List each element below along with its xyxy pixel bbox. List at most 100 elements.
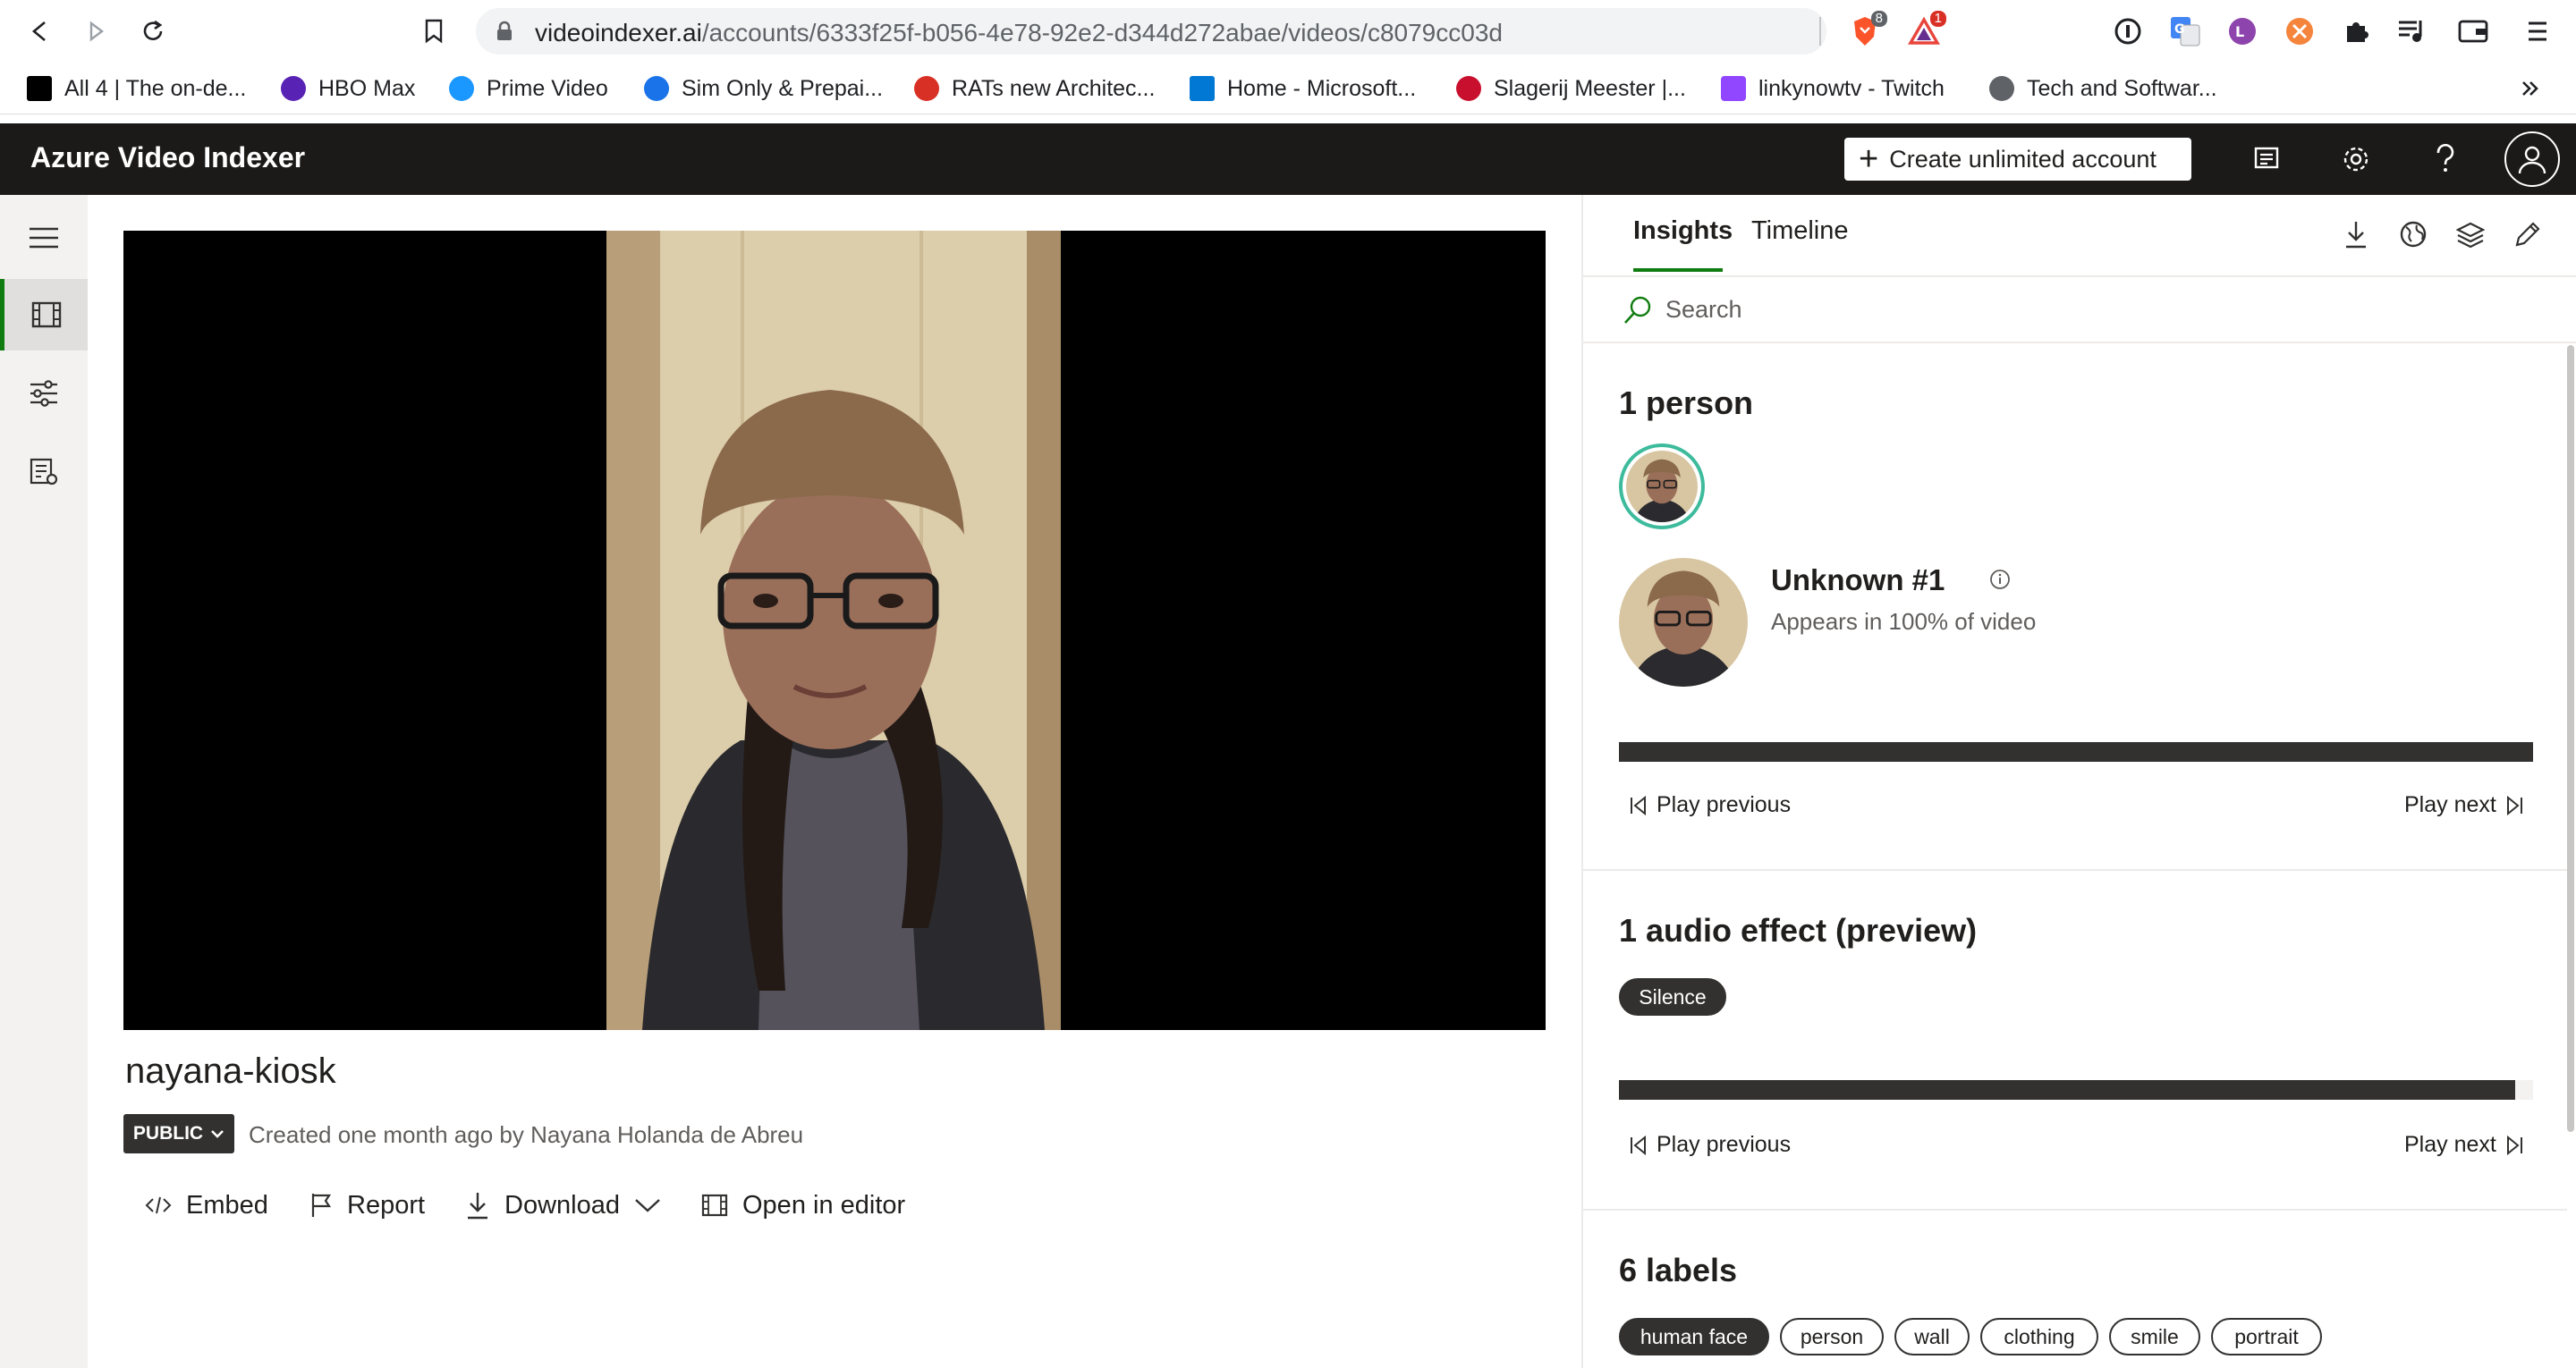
app-title[interactable]: Azure Video Indexer (30, 141, 305, 174)
bookmark-tech[interactable]: Tech and Softwar... (1989, 73, 2217, 104)
prime-favicon (449, 76, 474, 101)
layers-icon[interactable] (2451, 215, 2490, 254)
audio-timeline-fill (1619, 1080, 2515, 1100)
svg-text:G: G (2174, 22, 2185, 37)
play-previous-label: Play previous (1657, 1132, 1792, 1157)
insights-search (1583, 277, 2576, 343)
person-timeline-bar[interactable] (1619, 742, 2533, 762)
label-pill[interactable]: portrait (2211, 1318, 2322, 1355)
model-customization-icon[interactable] (0, 358, 88, 429)
audio-play-next-button[interactable]: Play next (2404, 1132, 2523, 1158)
person-play-next-button[interactable]: Play next (2404, 792, 2523, 818)
url-host: videoindexer.ai (535, 19, 702, 46)
person-thumbnail[interactable] (1619, 443, 1705, 529)
azure-favicon (1190, 76, 1215, 101)
help-icon[interactable] (2424, 138, 2467, 181)
media-controls-icon[interactable] (2394, 13, 2431, 50)
create-account-button[interactable]: + Create unlimited account (1844, 138, 2191, 181)
download-label: Download (504, 1190, 620, 1220)
embed-button[interactable]: Embed (145, 1187, 268, 1223)
download-insights-icon[interactable] (2336, 215, 2376, 254)
bookmark-slagerij[interactable]: Slagerij Meester |... (1456, 73, 1686, 104)
reload-icon[interactable] (132, 11, 174, 52)
brave-rewards-icon[interactable]: 1 (1905, 11, 1946, 50)
lock-icon (496, 21, 513, 46)
bookmark-label: Prime Video (487, 75, 608, 101)
label-pill[interactable]: clothing (1980, 1318, 2098, 1355)
account-settings-icon[interactable] (0, 436, 88, 508)
hamburger-menu-icon[interactable] (0, 202, 88, 274)
bookmark-microsoft[interactable]: Home - Microsoft... (1190, 73, 1416, 104)
search-input[interactable] (1665, 290, 2542, 329)
url-path: /accounts/6333f25f-b056-4e78-92e2-d344d2… (701, 19, 1503, 46)
label-pill[interactable]: human face (1619, 1318, 1769, 1355)
skip-previous-icon (1630, 795, 1648, 815)
bookmark-icon[interactable] (413, 11, 454, 52)
label-pill[interactable]: wall (1894, 1318, 1970, 1355)
bookmark-prime[interactable]: Prime Video (449, 73, 608, 104)
open-in-editor-button[interactable]: Open in editor (701, 1187, 905, 1223)
bookmark-simonly[interactable]: Sim Only & Prepai... (644, 73, 883, 104)
user-avatar-icon[interactable] (2504, 131, 2560, 187)
rewards-badge: 1 (1929, 11, 1946, 27)
film-icon (701, 1194, 728, 1217)
skip-previous-icon (1630, 1135, 1648, 1155)
settings-gear-icon[interactable] (2334, 138, 2377, 181)
forward-icon[interactable] (75, 11, 116, 52)
bookmark-label: HBO Max (318, 75, 416, 101)
media-files-icon[interactable] (0, 279, 88, 350)
language-globe-icon[interactable] (2394, 215, 2433, 254)
orange-extension-icon[interactable] (2281, 13, 2318, 50)
edit-pencil-icon[interactable] (2508, 215, 2547, 254)
chevron-down-icon (211, 1130, 224, 1138)
play-previous-label: Play previous (1657, 792, 1792, 817)
bookmark-twitch[interactable]: linkynowtv - Twitch (1721, 73, 1945, 104)
visibility-dropdown[interactable]: PUBLIC (123, 1114, 234, 1153)
purple-extension-icon[interactable]: L (2224, 13, 2261, 50)
audio-timeline-bar[interactable] (1619, 1080, 2533, 1100)
back-icon[interactable] (20, 11, 61, 52)
plus-icon: + (1859, 140, 1879, 178)
brave-badge: 8 (1870, 11, 1887, 27)
person-name[interactable]: Unknown #1 (1771, 563, 1945, 597)
active-tab-indicator (1633, 268, 1723, 272)
all4-favicon (27, 76, 52, 101)
rats-favicon (914, 76, 939, 101)
address-bar[interactable]: videoindexer.ai/accounts/6333f25f-b056-4… (476, 8, 1826, 55)
puzzle-extensions-icon[interactable] (2338, 13, 2376, 50)
translate-extension-icon[interactable]: G (2166, 13, 2204, 50)
person-avatar[interactable] (1619, 558, 1748, 687)
person-play-previous-button[interactable]: Play previous (1630, 792, 1791, 818)
panel-scrollbar[interactable] (2567, 345, 2574, 1132)
bookmark-rats[interactable]: RATs new Architec... (914, 73, 1155, 104)
audio-play-previous-button[interactable]: Play previous (1630, 1132, 1791, 1158)
flag-icon (309, 1192, 333, 1219)
left-nav-rail (0, 195, 88, 1368)
feedback-icon[interactable] (2245, 138, 2288, 181)
tab-timeline[interactable]: Timeline (1751, 216, 1849, 246)
video-player[interactable] (123, 231, 1546, 1030)
people-title: 1 person (1619, 384, 1754, 421)
bookmark-label: All 4 | The on-de... (64, 75, 247, 101)
bookmarks-bar: All 4 | The on-de... HBO Max Prime Video… (0, 63, 2576, 114)
insights-panel: Insights Timeline 1 person (1581, 195, 2576, 1368)
bookmark-all4[interactable]: All 4 | The on-de... (27, 73, 246, 104)
brave-shields-icon[interactable]: 8 (1846, 11, 1887, 50)
label-pill[interactable]: person (1780, 1318, 1884, 1355)
bookmark-hbo[interactable]: HBO Max (281, 73, 415, 104)
password-manager-icon[interactable] (2109, 13, 2147, 50)
info-icon[interactable] (1989, 569, 2011, 595)
wallet-icon[interactable] (2454, 13, 2492, 50)
more-bookmarks-icon[interactable] (2521, 73, 2540, 104)
report-button[interactable]: Report (309, 1187, 425, 1223)
browser-menu-icon[interactable] (2519, 13, 2556, 50)
tab-insights[interactable]: Insights (1633, 216, 1733, 246)
label-pill[interactable]: smile (2109, 1318, 2200, 1355)
audio-effect-pill[interactable]: Silence (1619, 978, 1726, 1016)
search-icon (1623, 295, 1653, 330)
url-text: videoindexer.ai/accounts/6333f25f-b056-4… (535, 19, 1503, 47)
code-icon (145, 1195, 172, 1216)
people-section: 1 person Unknown #1 Appears in 100% of v… (1583, 343, 2567, 871)
download-dropdown[interactable]: Download (465, 1187, 661, 1223)
labels-section: 6 labels human face person wall clothing… (1583, 1211, 2567, 1368)
